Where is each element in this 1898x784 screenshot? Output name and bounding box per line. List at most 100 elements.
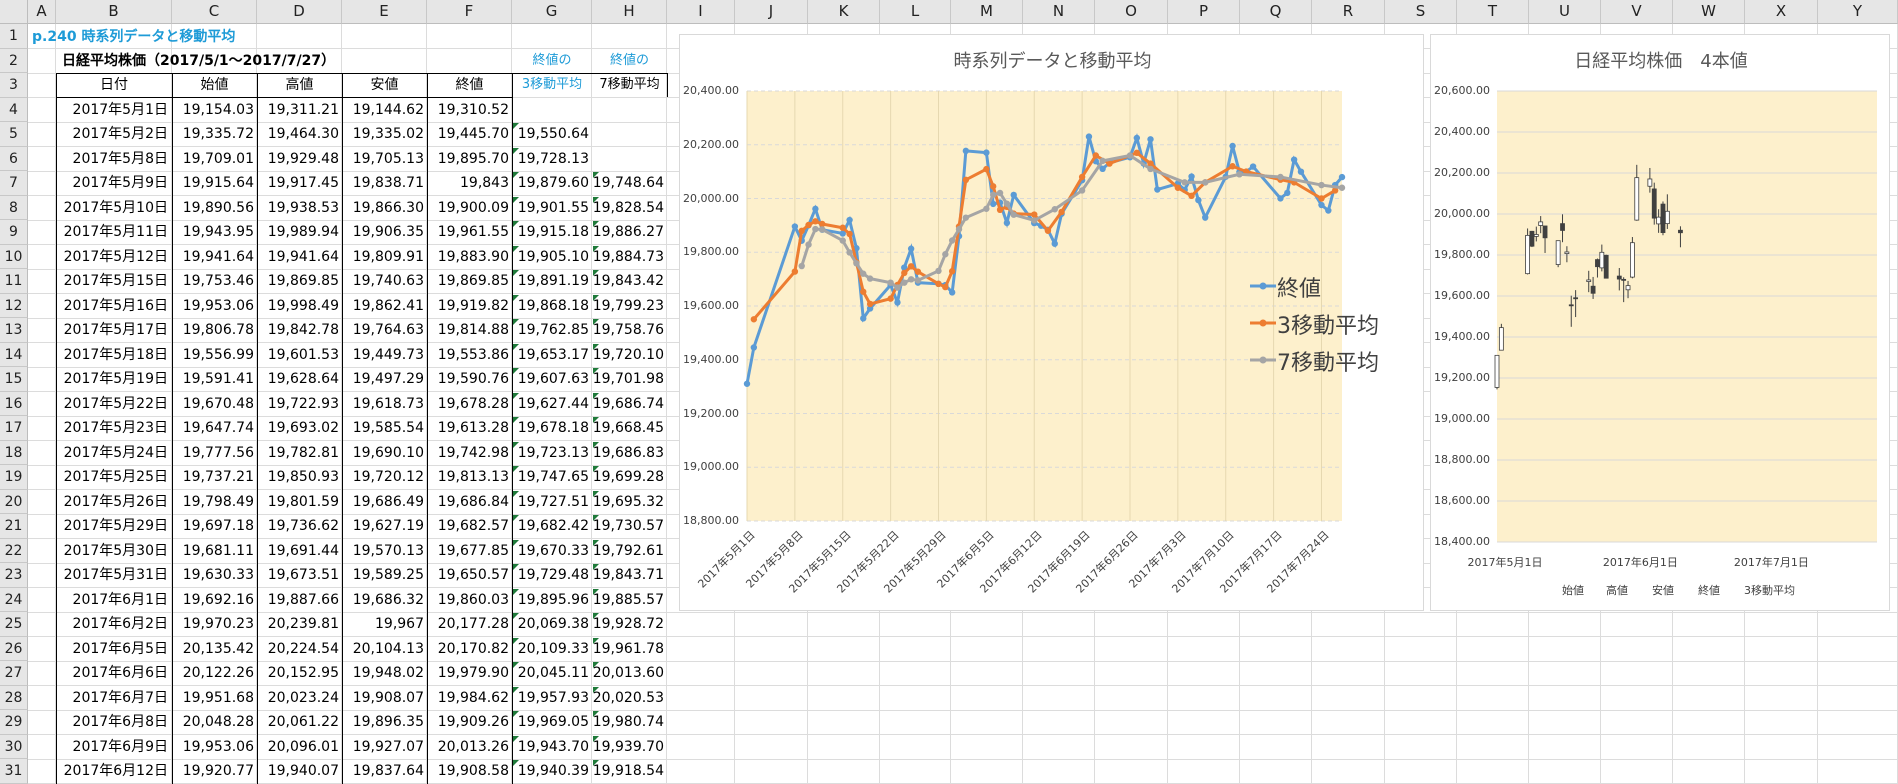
value-cell[interactable]: 19,891.19	[512, 269, 592, 293]
value-cell[interactable]: 19,850.93	[257, 465, 342, 489]
value-cell[interactable]: 19,919.82	[427, 294, 512, 318]
value-cell[interactable]: 19,590.76	[427, 367, 512, 391]
error-indicator-icon[interactable]	[593, 343, 599, 350]
value-cell[interactable]: 19,918.54	[592, 759, 667, 783]
value-cell[interactable]: 19,895.70	[427, 147, 512, 171]
error-indicator-icon[interactable]	[513, 686, 519, 693]
date-cell[interactable]: 2017年6月9日	[56, 735, 172, 759]
date-cell[interactable]: 2017年5月8日	[56, 147, 172, 171]
value-cell[interactable]: 20,045.11	[512, 661, 592, 685]
value-cell[interactable]: 19,905.10	[512, 245, 592, 269]
value-cell[interactable]: 19,670.33	[512, 539, 592, 563]
value-cell[interactable]: 19,686.49	[342, 490, 427, 514]
error-indicator-icon[interactable]	[513, 368, 519, 374]
error-indicator-icon[interactable]	[513, 539, 519, 546]
error-indicator-icon[interactable]	[593, 196, 599, 203]
value-cell[interactable]: 19,589.25	[342, 563, 427, 587]
column-header-E[interactable]: E	[342, 0, 427, 24]
row-header-20[interactable]: 20	[0, 489, 28, 514]
value-cell[interactable]: 19,686.74	[592, 392, 667, 416]
value-cell[interactable]: 19,809.91	[342, 245, 427, 269]
error-indicator-icon[interactable]	[513, 245, 519, 252]
value-cell[interactable]: 19,838.71	[342, 171, 427, 195]
value-cell[interactable]: 19,939.70	[592, 735, 667, 759]
value-cell[interactable]: 19,693.02	[257, 416, 342, 440]
value-cell[interactable]: 19,813.13	[427, 465, 512, 489]
header-cell-2[interactable]: 高値	[257, 73, 342, 97]
value-cell[interactable]: 19,941.64	[257, 245, 342, 269]
value-cell[interactable]: 19,782.81	[257, 441, 342, 465]
value-cell[interactable]: 19,843	[427, 171, 512, 195]
value-cell[interactable]: 19,883.90	[427, 245, 512, 269]
error-indicator-icon[interactable]	[513, 441, 519, 448]
value-cell[interactable]: 19,445.70	[427, 122, 512, 146]
row-header-19[interactable]: 19	[0, 465, 28, 490]
value-cell[interactable]: 19,742.98	[427, 441, 512, 465]
value-cell[interactable]: 19,837.64	[342, 759, 427, 783]
value-cell[interactable]: 19,723.13	[512, 441, 592, 465]
column-header-H[interactable]: H	[592, 0, 667, 24]
value-cell[interactable]: 19,900.09	[427, 196, 512, 220]
row-header-14[interactable]: 14	[0, 342, 28, 367]
date-cell[interactable]: 2017年5月11日	[56, 220, 172, 244]
value-cell[interactable]: 19,927.07	[342, 735, 427, 759]
column-header-Y[interactable]: Y	[1818, 0, 1898, 24]
value-cell[interactable]: 19,906.35	[342, 220, 427, 244]
value-cell[interactable]: 19,868.18	[512, 294, 592, 318]
row-header-5[interactable]: 5	[0, 122, 28, 147]
date-cell[interactable]: 2017年5月31日	[56, 563, 172, 587]
column-header-P[interactable]: P	[1168, 0, 1240, 24]
date-cell[interactable]: 2017年6月8日	[56, 710, 172, 734]
value-cell[interactable]: 19,550.64	[512, 122, 592, 146]
value-cell[interactable]: 19,697.18	[172, 514, 257, 538]
error-indicator-icon[interactable]	[593, 735, 599, 742]
error-indicator-icon[interactable]	[513, 515, 519, 521]
value-cell[interactable]: 19,798.49	[172, 490, 257, 514]
column-header-F[interactable]: F	[427, 0, 512, 24]
value-cell[interactable]	[512, 98, 592, 122]
value-cell[interactable]: 19,311.21	[257, 98, 342, 122]
value-cell[interactable]: 19,650.57	[427, 563, 512, 587]
value-cell[interactable]: 19,154.03	[172, 98, 257, 122]
header-cell-0[interactable]: 日付	[56, 73, 172, 97]
date-cell[interactable]: 2017年5月19日	[56, 367, 172, 391]
value-cell[interactable]: 19,984.62	[427, 686, 512, 710]
value-cell[interactable]: 19,627.44	[512, 392, 592, 416]
value-cell[interactable]: 19,928.72	[592, 612, 667, 636]
value-cell[interactable]: 19,628.64	[257, 367, 342, 391]
row-header-28[interactable]: 28	[0, 685, 28, 710]
value-cell[interactable]: 19,310.52	[427, 98, 512, 122]
row-header-30[interactable]: 30	[0, 734, 28, 759]
row-header-23[interactable]: 23	[0, 563, 28, 588]
error-indicator-icon[interactable]	[593, 613, 599, 619]
value-cell[interactable]: 19,961.55	[427, 220, 512, 244]
error-indicator-icon[interactable]	[593, 466, 599, 472]
value-cell[interactable]: 19,686.83	[592, 441, 667, 465]
value-cell[interactable]: 19,957.93	[512, 686, 592, 710]
error-indicator-icon[interactable]	[593, 417, 599, 423]
date-cell[interactable]: 2017年6月1日	[56, 588, 172, 612]
row-header-10[interactable]: 10	[0, 244, 28, 269]
value-cell[interactable]: 20,023.24	[257, 686, 342, 710]
row-header-7[interactable]: 7	[0, 171, 28, 196]
error-indicator-icon[interactable]	[593, 760, 599, 766]
value-cell[interactable]: 20,048.28	[172, 710, 257, 734]
error-indicator-icon[interactable]	[513, 662, 519, 668]
value-cell[interactable]: 19,748.64	[592, 171, 667, 195]
cell-g2[interactable]: 終値の	[512, 49, 592, 73]
title-cell[interactable]: p.240 時系列データと移動平均	[32, 25, 235, 49]
value-cell[interactable]: 19,670.48	[172, 392, 257, 416]
value-cell[interactable]: 19,969.05	[512, 710, 592, 734]
row-header-9[interactable]: 9	[0, 220, 28, 245]
value-cell[interactable]: 19,699.28	[592, 465, 667, 489]
date-cell[interactable]: 2017年5月1日	[56, 98, 172, 122]
value-cell[interactable]: 19,613.28	[427, 416, 512, 440]
date-cell[interactable]: 2017年6月2日	[56, 612, 172, 636]
error-indicator-icon[interactable]	[593, 515, 599, 521]
value-cell[interactable]: 19,464.30	[257, 122, 342, 146]
value-cell[interactable]: 19,736.62	[257, 514, 342, 538]
value-cell[interactable]: 19,901.55	[512, 196, 592, 220]
value-cell[interactable]: 20,109.33	[512, 637, 592, 661]
column-header-D[interactable]: D	[257, 0, 342, 24]
header-cell-1[interactable]: 始値	[172, 73, 257, 97]
